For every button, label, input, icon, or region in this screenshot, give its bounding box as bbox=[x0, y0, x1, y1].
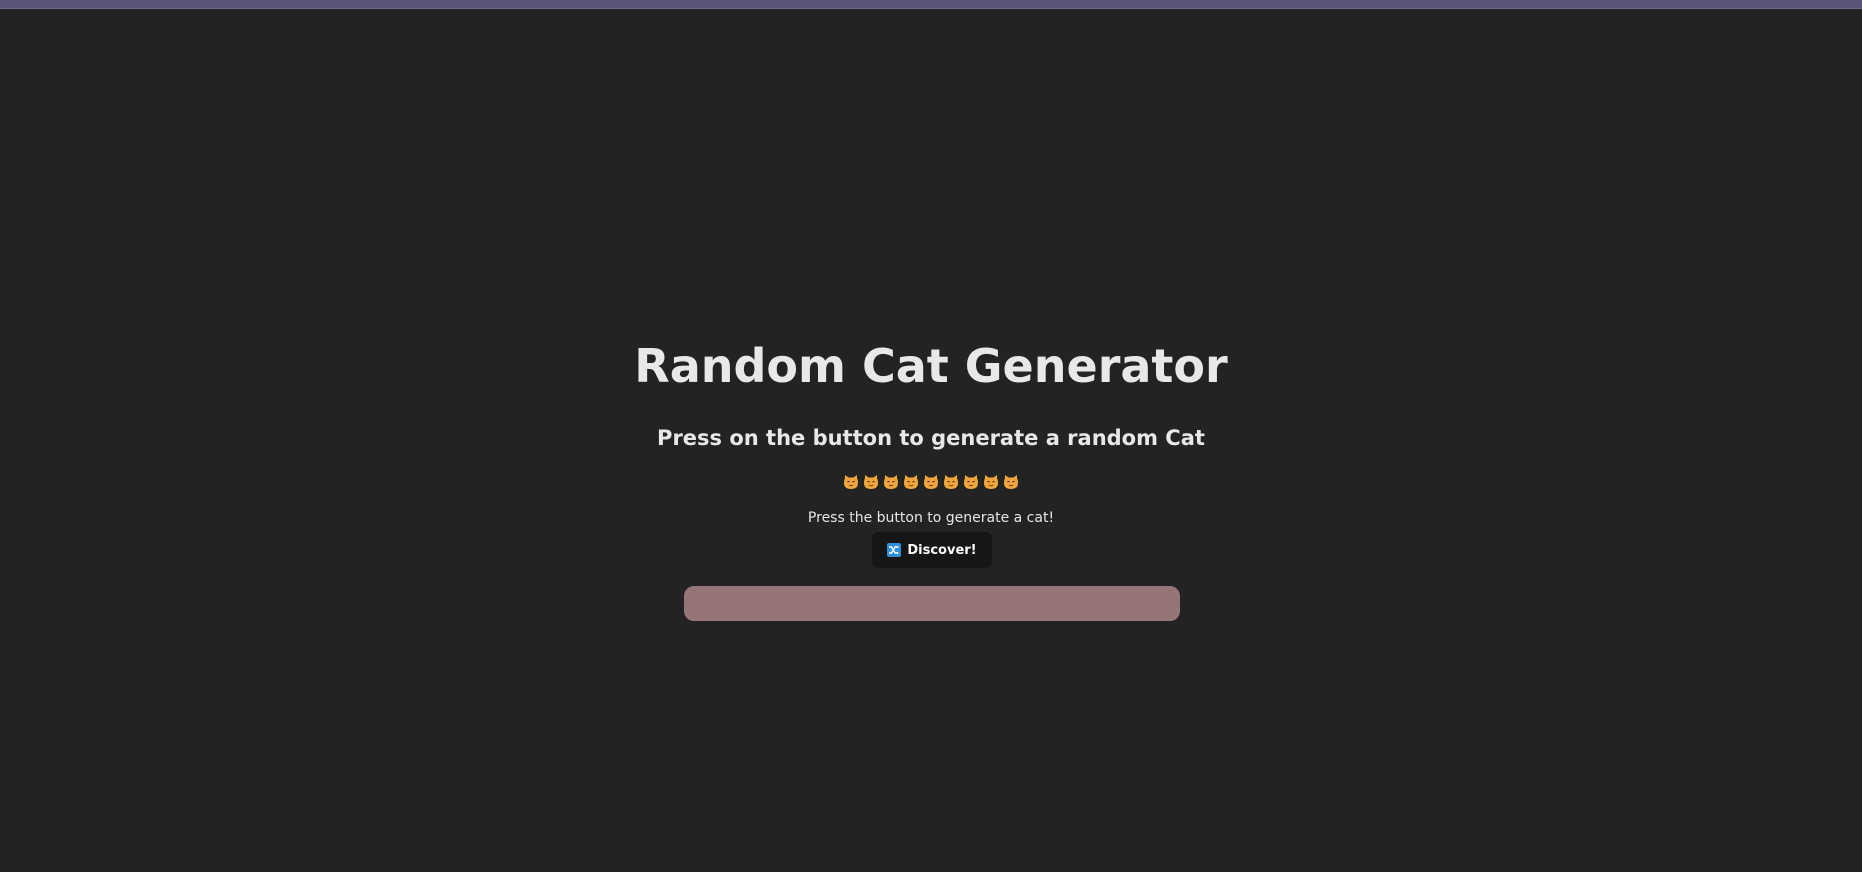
discover-button-label: Discover! bbox=[907, 542, 977, 558]
discover-button[interactable]: Discover! bbox=[872, 532, 992, 568]
cat-face-icon bbox=[943, 474, 959, 490]
cat-face-icon bbox=[963, 474, 979, 490]
page-subtitle: Press on the button to generate a random… bbox=[657, 426, 1205, 450]
main-content: Random Cat Generator Press on the button… bbox=[0, 0, 1862, 872]
page-title: Random Cat Generator bbox=[634, 339, 1228, 393]
shuffle-icon bbox=[887, 543, 902, 557]
cat-emoji-row bbox=[0, 471, 1862, 493]
cat-display-area bbox=[684, 586, 1180, 621]
cat-face-icon bbox=[863, 474, 879, 490]
cat-face-icon bbox=[843, 474, 859, 490]
cat-face-icon bbox=[883, 474, 899, 490]
cat-face-icon bbox=[1003, 474, 1019, 490]
cat-face-icon bbox=[923, 474, 939, 490]
hint-text: Press the button to generate a cat! bbox=[807, 510, 1055, 526]
cat-face-icon bbox=[983, 474, 999, 490]
cat-face-icon bbox=[903, 474, 919, 490]
